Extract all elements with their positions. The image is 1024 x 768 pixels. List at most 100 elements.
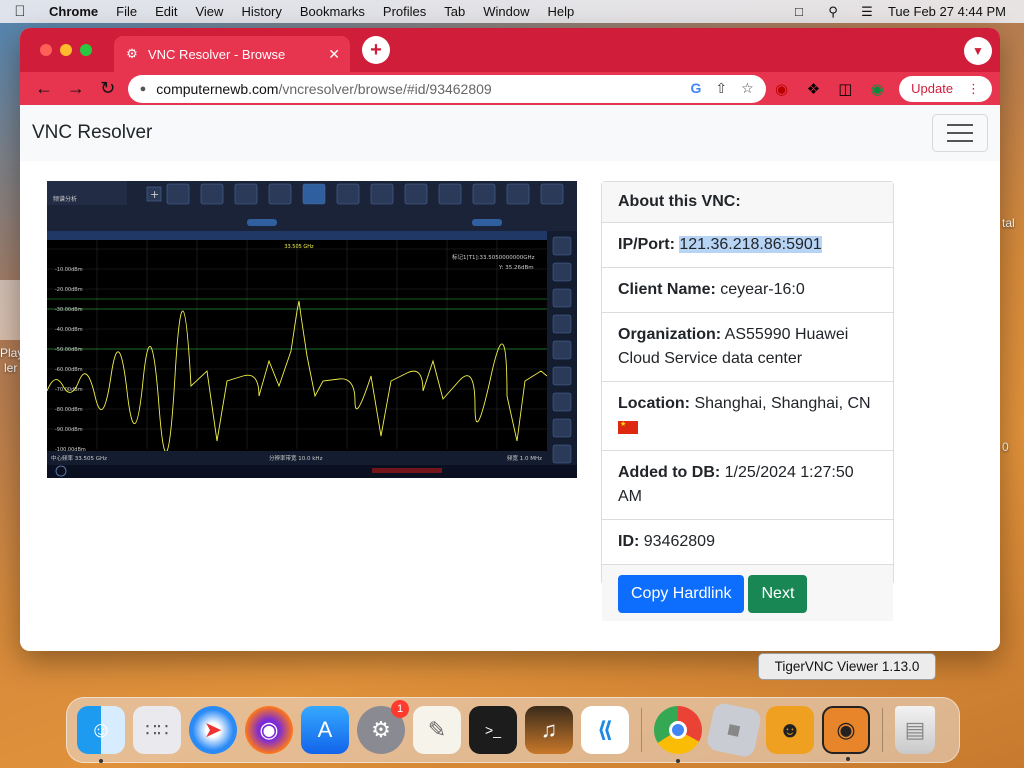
copy-hardlink-button[interactable]: Copy Hardlink [618, 575, 745, 613]
center-freq-marker-label: 33.505 GHz [284, 244, 314, 250]
organization-label: Organization: [618, 326, 722, 343]
id-value: 93462809 [643, 533, 715, 550]
browser-tab[interactable]: ⚙ VNC Resolver - Browse ✕ [114, 36, 350, 72]
ip-port-label: IP/Port: [618, 236, 675, 253]
notification-badge: 1 [391, 700, 409, 718]
running-indicator [676, 759, 680, 763]
vnc-info-card: About this VNC: IP/Port: 121.36.218.86:5… [601, 181, 894, 621]
site-navbar: VNC Resolver [20, 105, 1000, 161]
menu-edit[interactable]: Edit [146, 4, 186, 19]
close-window-button[interactable] [40, 44, 52, 56]
client-name-label: Client Name: [618, 281, 716, 298]
hamburger-line [947, 124, 973, 126]
id-item: ID: 93462809 [602, 520, 893, 565]
menu-help[interactable]: Help [539, 4, 584, 19]
tab-strip: ⚙ VNC Resolver - Browse ✕ + ▼ [20, 28, 1000, 72]
y-tick-label: -10.00dBm [55, 267, 83, 273]
menu-window[interactable]: Window [474, 4, 538, 19]
y-tick-label: -20.00dBm [55, 287, 83, 293]
side-panel-icon[interactable]: ◫ [829, 80, 861, 98]
window-controls [20, 44, 114, 56]
extensions-puzzle-icon[interactable]: ❖ [798, 80, 830, 98]
site-brand[interactable]: VNC Resolver [32, 122, 152, 144]
terminal-icon[interactable]: >_ [469, 706, 517, 754]
menu-tab[interactable]: Tab [435, 4, 474, 19]
menu-clock[interactable]: Tue Feb 27 4:44 PM [884, 4, 1006, 19]
tab-search-button[interactable]: ▼ [964, 37, 992, 65]
desktop-label: ler [4, 361, 18, 375]
center-frequency-label: 中心频率 33.505 GHz [51, 454, 107, 462]
launchpad-icon[interactable]: ∷∷ [133, 706, 181, 754]
share-icon[interactable]: ⇧ [715, 80, 727, 97]
system-settings-icon[interactable]: ⚙ 1 [357, 700, 409, 754]
vnc-screenshot-image: 频谱分析 + -10.00dBm -20.00dBm -30.00dBm -40… [47, 181, 577, 478]
dock-tooltip: TigerVNC Viewer 1.13.0 [758, 653, 936, 680]
extension-ghost-icon[interactable]: ◉ [766, 80, 798, 98]
menu-bar:  Chrome File Edit View History Bookmark… [0, 0, 1024, 23]
minimize-window-button[interactable] [60, 44, 72, 56]
added-date-label: Added to DB: [618, 464, 721, 481]
desktop-label: tal [1002, 216, 1015, 230]
garageband-icon[interactable]: ♫ [525, 706, 573, 754]
card-footer: Copy Hardlink Next [602, 565, 893, 621]
chrome-icon[interactable] [654, 706, 702, 763]
url-path: /vncresolver/browse/#id/93462809 [278, 80, 492, 97]
menu-bookmarks[interactable]: Bookmarks [291, 4, 374, 19]
china-flag-icon [618, 421, 638, 435]
site-info-icon[interactable]: ● [140, 83, 147, 95]
menu-view[interactable]: View [186, 4, 232, 19]
reload-icon[interactable]: ↻ [92, 78, 124, 99]
safari-icon[interactable]: ➤ [189, 706, 237, 754]
control-center-icon[interactable]: ☰ [850, 4, 884, 20]
navbar-toggler-button[interactable] [932, 114, 988, 152]
menu-profiles[interactable]: Profiles [374, 4, 435, 19]
finder-icon[interactable]: ☺ [77, 706, 125, 763]
trash-icon[interactable]: ▤ [895, 706, 935, 754]
svg-text:+: + [150, 188, 159, 201]
app-store-icon[interactable]: A [301, 706, 349, 754]
dock-separator [641, 708, 642, 752]
profile-avatar-icon[interactable]: ◉ [861, 80, 893, 98]
forward-icon[interactable]: → [60, 78, 92, 99]
update-label: Update [911, 81, 954, 96]
analyzer-mode-title: 频谱分析 [53, 195, 77, 203]
tigervnc-icon[interactable]: ◉ [822, 706, 870, 761]
menu-file[interactable]: File [107, 4, 146, 19]
new-tab-button[interactable]: + [362, 36, 390, 64]
menu-app-name[interactable]: Chrome [40, 4, 107, 19]
added-date-item: Added to DB: 1/25/2024 1:27:50 AM [602, 451, 893, 520]
bookmark-star-icon[interactable]: ☆ [741, 80, 754, 97]
ip-port-value[interactable]: 121.36.218.86:5901 [679, 236, 822, 253]
card-header: About this VNC: [602, 182, 893, 223]
span-label: 频宽 1.0 MHz [507, 454, 542, 462]
spotlight-search-icon[interactable]: ⚲ [816, 4, 850, 20]
update-button[interactable]: Update ⋮ [899, 75, 993, 102]
location-label: Location: [618, 395, 690, 412]
ip-port-item: IP/Port: 121.36.218.86:5901 [602, 223, 893, 268]
browser-toolbar: ← → ↻ ● computernewb.com/vncresolver/bro… [20, 72, 1000, 105]
close-tab-icon[interactable]: ✕ [328, 46, 340, 63]
zoom-window-button[interactable] [80, 44, 92, 56]
dock-separator [882, 708, 883, 752]
textedit-icon[interactable]: ✎ [413, 706, 461, 754]
y-tick-label: -40.00dBm [55, 327, 83, 333]
address-bar[interactable]: ● computernewb.com/vncresolver/browse/#i… [127, 74, 766, 103]
back-icon[interactable]: ← [28, 78, 60, 99]
client-name-item: Client Name: ceyear-16:0 [602, 268, 893, 313]
apple-icon[interactable]:  [0, 3, 40, 20]
web-page: VNC Resolver 频谱分析 + -10.00dBm -20.00dBm … [20, 105, 1000, 651]
running-indicator [846, 757, 850, 761]
marker-readout: 标记1[T1]:33.5050000000GHz [452, 253, 535, 261]
screen-mirroring-icon[interactable]: □ [782, 4, 816, 19]
id-label: ID: [618, 533, 640, 550]
spectrum-analyzer-screen: 频谱分析 + -10.00dBm -20.00dBm -30.00dBm -40… [47, 181, 577, 478]
google-lens-icon[interactable]: G [690, 80, 701, 97]
menu-history[interactable]: History [232, 4, 290, 19]
vscode-icon[interactable]: ⟪ [581, 706, 629, 754]
tigervnc-bear-icon[interactable]: ☻ [766, 706, 814, 754]
more-menu-icon[interactable]: ⋮ [967, 81, 980, 97]
roblox-icon[interactable]: ■ [705, 701, 763, 759]
y-tick-label: -80.00dBm [55, 407, 83, 413]
firefox-icon[interactable]: ◉ [245, 706, 293, 754]
next-button[interactable]: Next [748, 575, 808, 613]
